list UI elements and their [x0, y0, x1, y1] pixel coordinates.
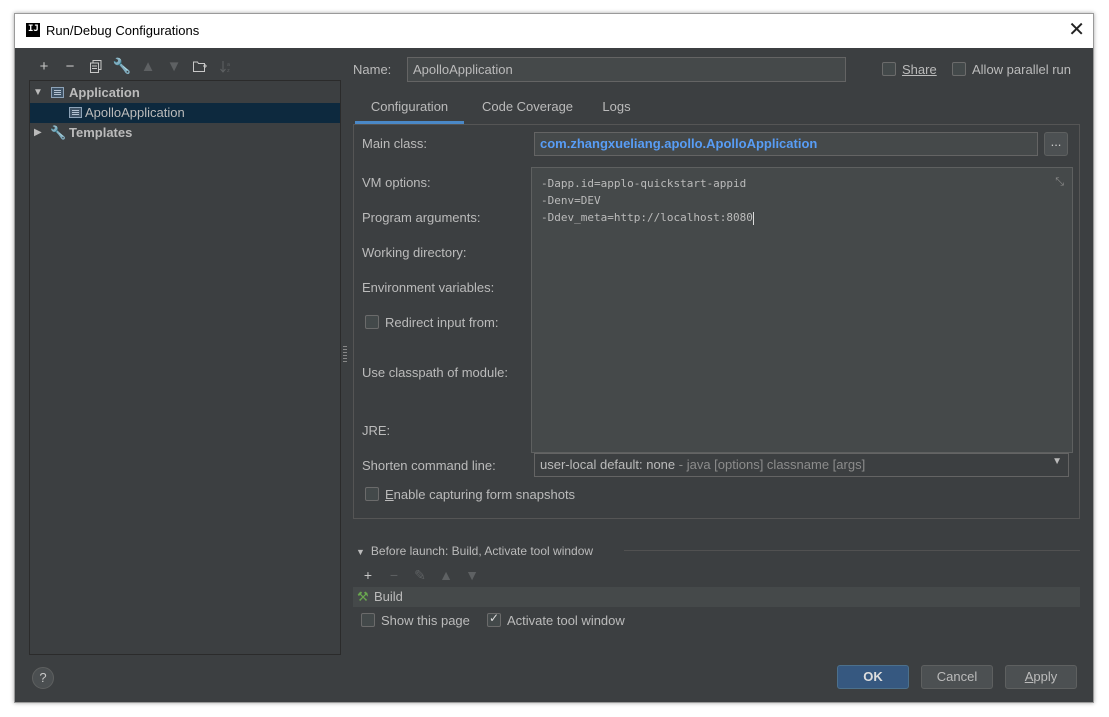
- vm-option-line: -Ddev_meta=http://localhost:8080: [541, 209, 1063, 226]
- browse-main-class-button[interactable]: ...: [1044, 132, 1068, 156]
- move-up-icon[interactable]: ▲: [135, 56, 161, 76]
- collapse-arrow-icon[interactable]: ▼: [33, 83, 43, 103]
- working-directory-label: Working directory:: [362, 245, 467, 260]
- environment-variables-label: Environment variables:: [362, 280, 495, 295]
- add-icon[interactable]: +: [355, 566, 381, 584]
- tree-item-label: ApolloApplication: [85, 105, 185, 120]
- edit-icon[interactable]: ✎: [407, 566, 433, 584]
- shorten-command-line-label: Shorten command line:: [362, 458, 496, 473]
- configurations-tree: ▼ Application ApolloApplication ▶ 🔧 Temp…: [29, 80, 341, 655]
- before-launch-task-build[interactable]: ⚒ Build: [353, 587, 1080, 607]
- jre-label: JRE:: [362, 423, 391, 438]
- tab-configuration[interactable]: Configuration: [355, 96, 464, 124]
- copy-icon[interactable]: [83, 56, 109, 76]
- shorten-hint: - java [options] classname [args]: [675, 457, 866, 472]
- before-launch-title: Before launch: Build, Activate tool wind…: [370, 544, 594, 558]
- title-bar: IJ Run/Debug Configurations ✕: [15, 14, 1093, 48]
- before-launch-header[interactable]: ▼ Before launch: Build, Activate tool win…: [356, 544, 593, 558]
- name-label: Name:: [353, 62, 392, 77]
- show-page-label[interactable]: Show this page: [381, 613, 470, 628]
- vm-options-editor[interactable]: -Dapp.id=applo-quickstart-appid -Denv=DEV…: [531, 167, 1073, 453]
- program-arguments-label: Program arguments:: [362, 210, 481, 225]
- text-caret: [752, 211, 754, 225]
- cancel-button[interactable]: Cancel: [921, 665, 993, 689]
- application-config-icon: [51, 87, 64, 98]
- add-icon[interactable]: +: [31, 56, 57, 76]
- move-up-icon[interactable]: ▲: [433, 566, 459, 584]
- allow-parallel-label[interactable]: Allow parallel run: [972, 62, 1071, 77]
- collapse-editor-icon[interactable]: ⤡: [1055, 173, 1064, 190]
- move-down-icon[interactable]: ▼: [459, 566, 485, 584]
- tab-code-coverage[interactable]: Code Coverage: [476, 96, 579, 124]
- vm-option-line: -Dapp.id=applo-quickstart-appid: [541, 177, 747, 190]
- ok-button[interactable]: OK: [837, 665, 909, 689]
- name-input[interactable]: ApolloApplication: [407, 57, 846, 82]
- vm-option-text: -Ddev_meta=http://localhost:8080: [541, 211, 753, 224]
- application-config-icon: [69, 107, 82, 118]
- share-checkbox[interactable]: [882, 62, 896, 76]
- remove-icon[interactable]: −: [57, 56, 83, 76]
- configurations-toolbar: + − 🔧 ▲ ▼ az: [31, 56, 239, 76]
- hammer-icon: ⚒: [357, 589, 369, 604]
- chevron-down-icon: ▼: [1052, 456, 1062, 467]
- close-icon[interactable]: ✕: [1068, 18, 1085, 42]
- collapse-arrow-icon: ▼: [356, 547, 365, 557]
- apply-button[interactable]: Apply: [1005, 665, 1077, 689]
- sort-icon[interactable]: az: [213, 56, 239, 76]
- intellij-logo-icon: IJ: [26, 23, 40, 37]
- task-label: Build: [374, 589, 403, 604]
- vm-options-label: VM options:: [362, 175, 431, 190]
- tree-item-application[interactable]: ▼ Application: [30, 83, 340, 103]
- enable-snapshots-checkbox[interactable]: [365, 487, 379, 501]
- apply-text: pply: [1033, 669, 1058, 684]
- redirect-input-label: Redirect input from:: [385, 315, 499, 330]
- remove-icon[interactable]: −: [381, 566, 407, 584]
- main-class-label: Main class:: [362, 136, 428, 151]
- tree-item-label: Application: [69, 85, 140, 100]
- expand-arrow-icon[interactable]: ▶: [34, 123, 42, 143]
- redirect-input-checkbox[interactable]: [365, 315, 379, 329]
- shorten-selected-value: user-local default: none: [540, 457, 676, 472]
- tree-item-apollo-application[interactable]: ApolloApplication: [30, 103, 340, 123]
- activate-tool-window-checkbox[interactable]: [487, 611, 501, 627]
- enable-snapshots-label[interactable]: Enable capturing form snapshots: [385, 487, 575, 502]
- before-launch-toolbar: + − ✎ ▲ ▼: [355, 566, 485, 584]
- enable-snapshots-text: nable capturing form snapshots: [393, 487, 576, 502]
- panel-splitter[interactable]: [343, 346, 347, 362]
- vm-option-line: -Denv=DEV: [541, 194, 601, 207]
- show-page-checkbox[interactable]: [361, 613, 375, 627]
- tree-item-label: Templates: [69, 125, 133, 140]
- help-button[interactable]: ?: [32, 667, 54, 689]
- tree-item-templates[interactable]: ▶ 🔧 Templates: [30, 123, 340, 143]
- run-debug-dialog: IJ Run/Debug Configurations ✕ + − 🔧 ▲ ▼ …: [14, 13, 1094, 703]
- tab-logs[interactable]: Logs: [596, 96, 637, 124]
- move-down-icon[interactable]: ▼: [161, 56, 187, 76]
- main-class-input[interactable]: com.zhangxueliang.apollo.ApolloApplicati…: [534, 132, 1038, 156]
- allow-parallel-checkbox[interactable]: [952, 62, 966, 76]
- window-title: Run/Debug Configurations: [46, 23, 200, 38]
- divider: [624, 550, 1080, 551]
- wrench-icon: 🔧: [50, 125, 67, 140]
- shorten-command-line-select[interactable]: user-local default: none - java [options…: [534, 453, 1069, 477]
- activate-tool-window-label[interactable]: Activate tool window: [507, 613, 625, 628]
- share-label[interactable]: Share: [902, 62, 937, 77]
- new-folder-icon[interactable]: [187, 56, 213, 76]
- wrench-icon[interactable]: 🔧: [109, 56, 135, 76]
- classpath-module-label: Use classpath of module:: [362, 365, 508, 380]
- svg-text:z: z: [227, 68, 230, 73]
